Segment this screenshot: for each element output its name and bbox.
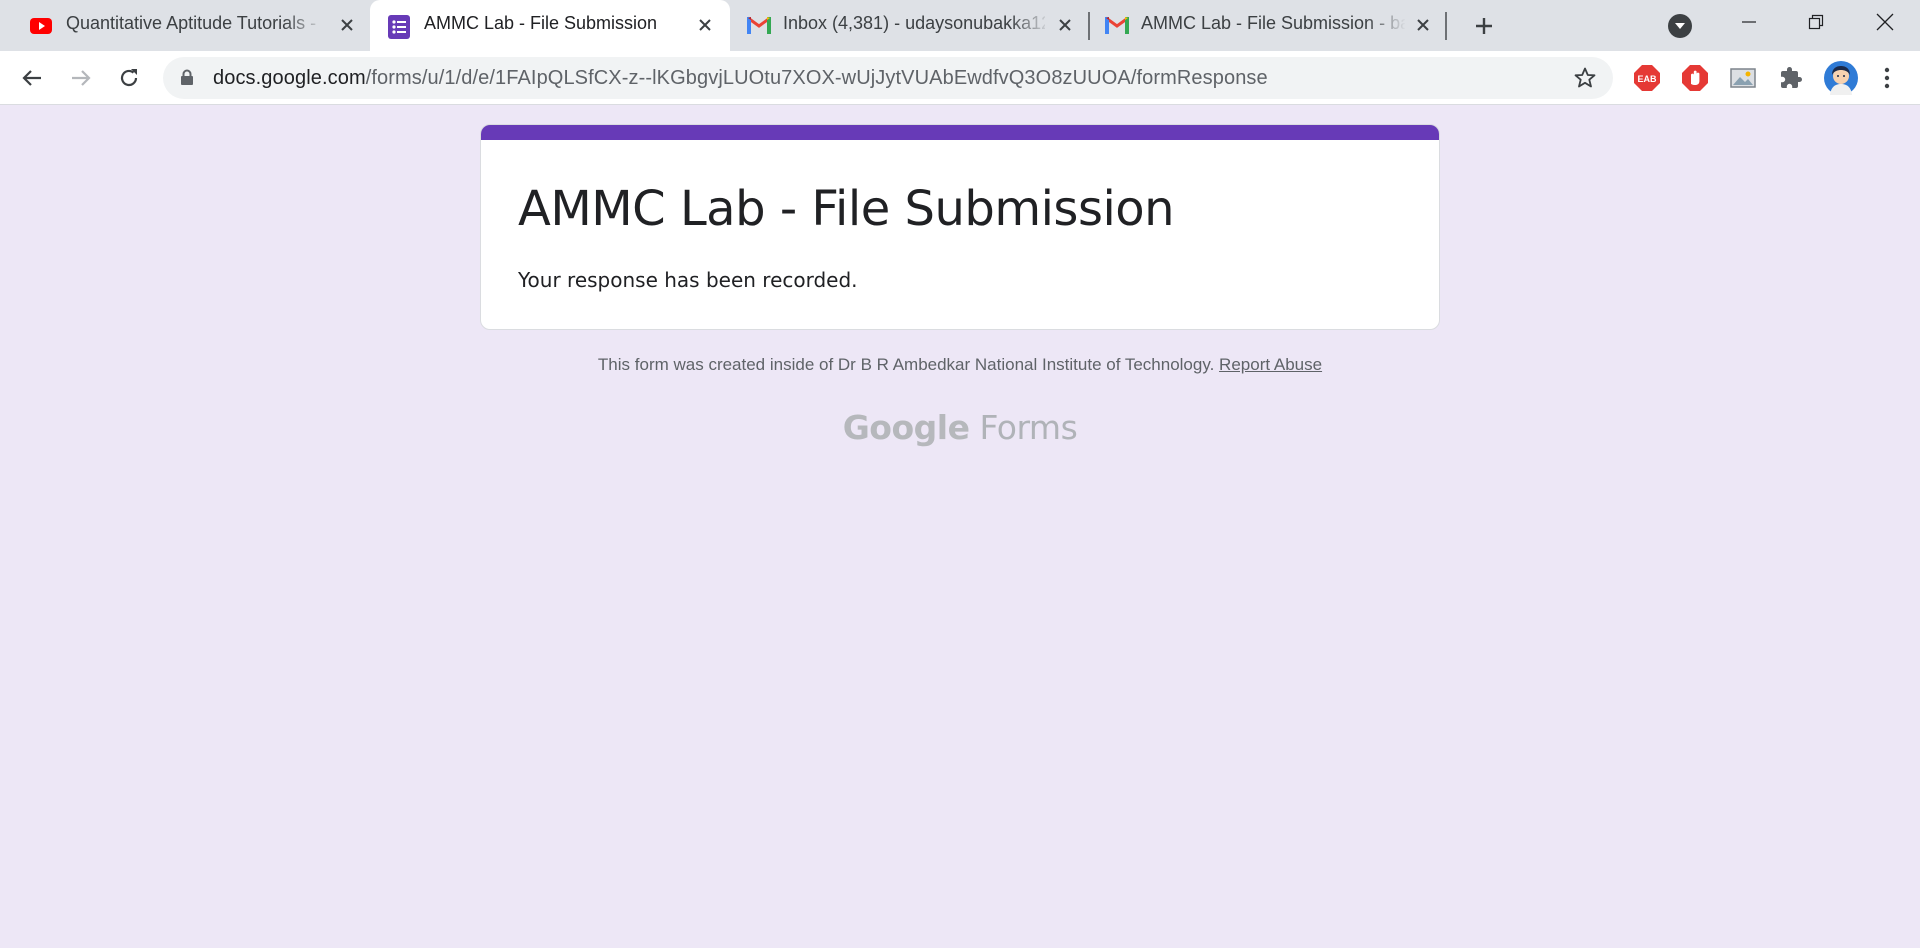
tab-search-button[interactable] [1668,14,1692,38]
card-accent-bar [481,125,1439,140]
plus-icon [1476,18,1492,34]
tab-youtube[interactable]: Quantitative Aptitude Tutorials - [0,0,370,51]
minimize-button[interactable] [1716,0,1782,44]
tab-gmail-ammc[interactable]: AMMC Lab - File Submission - ba [1090,0,1446,51]
close-tab-icon[interactable] [1411,13,1435,37]
arrow-right-icon [72,70,91,86]
response-recorded-message: Your response has been recorded. [518,268,858,292]
report-abuse-link[interactable]: Report Abuse [1219,355,1322,374]
tab-title: Inbox (4,381) - udaysonubakka12 [783,13,1045,33]
arrow-left-icon [22,70,41,86]
close-window-button[interactable] [1852,0,1918,44]
tab-separator [1445,12,1447,40]
tab-title: AMMC Lab - File Submission [424,13,658,33]
new-tab-button[interactable] [1468,10,1500,42]
image-extension-icon[interactable] [1728,63,1758,93]
svg-text:EAB: EAB [1637,74,1657,84]
extensions-puzzle-icon[interactable] [1776,63,1806,93]
google-forms-logo[interactable]: Google Forms [0,408,1920,447]
youtube-icon [30,15,52,37]
footer-text: This form was created inside of Dr B R A… [597,355,1215,374]
close-tab-icon[interactable] [1053,13,1077,37]
lock-icon[interactable] [180,69,194,91]
forms-wordmark: Forms [979,408,1078,447]
google-forms-icon [388,15,410,39]
reload-icon [120,69,138,87]
tab-google-forms[interactable]: AMMC Lab - File Submission [370,0,730,51]
close-tab-icon[interactable] [335,13,359,37]
tab-fade [1010,0,1050,51]
back-button[interactable] [16,62,48,94]
form-footer-note: This form was created inside of Dr B R A… [0,355,1920,375]
tab-strip: Quantitative Aptitude Tutorials - AMMC L… [0,0,1920,51]
google-wordmark: Google [842,408,970,447]
chevron-down-icon [1675,23,1685,29]
form-title: AMMC Lab - File Submission [518,181,1175,237]
address-bar[interactable]: docs.google.com/forms/u/1/d/e/1FAIpQLSfC… [163,57,1613,99]
url-text[interactable]: docs.google.com/forms/u/1/d/e/1FAIpQLSfC… [213,67,1268,90]
tab-fade [1366,0,1406,51]
gmail-icon [1105,15,1129,37]
close-tab-icon[interactable] [693,13,717,37]
tab-gmail-inbox[interactable]: Inbox (4,381) - udaysonubakka12 [730,0,1088,51]
gmail-icon [747,15,771,37]
url-path: /forms/u/1/d/e/1FAIpQLSfCX-z--lKGbgvjLUO… [365,67,1268,89]
tab-fade [284,0,324,51]
close-icon [1876,13,1894,31]
restore-button[interactable] [1783,0,1849,44]
reload-button[interactable] [113,62,145,94]
minimize-icon [1742,21,1756,23]
more-vert-icon [1884,67,1890,89]
browser-toolbar: docs.google.com/forms/u/1/d/e/1FAIpQLSfC… [0,51,1920,105]
profile-avatar[interactable] [1823,60,1859,96]
forward-button[interactable] [65,62,97,94]
url-domain: docs.google.com [213,67,366,89]
restore-icon [1808,14,1824,30]
bookmark-star-icon[interactable] [1573,66,1597,95]
form-response-card: AMMC Lab - File Submission Your response… [480,124,1440,330]
eab-extension-icon[interactable]: EAB [1632,63,1662,93]
adblock-icon[interactable] [1680,63,1710,93]
chrome-menu-button[interactable] [1872,63,1902,93]
